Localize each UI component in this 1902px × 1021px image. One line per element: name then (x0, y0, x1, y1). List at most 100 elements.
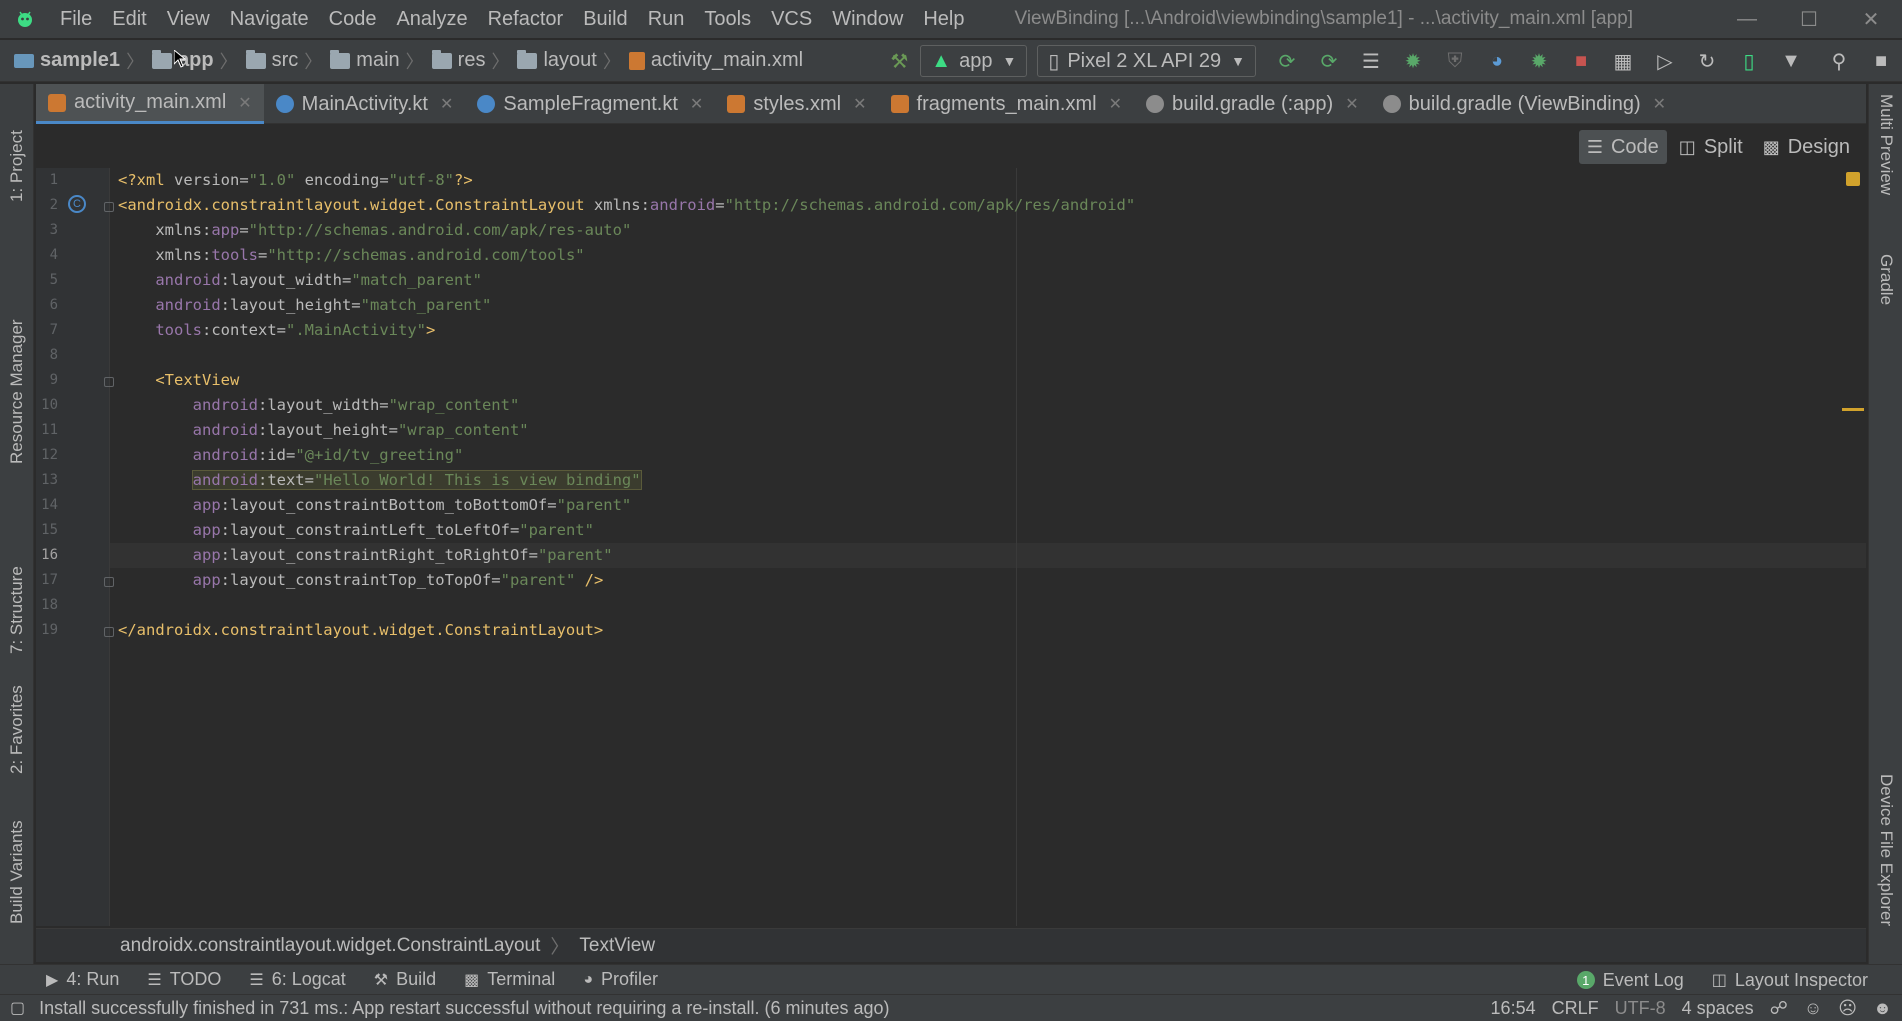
attach-debugger-icon[interactable]: ✹ (1518, 40, 1560, 82)
build-variants-tool-tab[interactable]: Build Variants (0, 804, 34, 924)
breadcrumb-separator: 〉 (304, 51, 323, 72)
fold-marker-icon[interactable] (104, 627, 114, 637)
tab-styles-xml[interactable]: styles.xml ✕ (715, 84, 878, 124)
split-mode-button[interactable]: ◫ Split (1671, 130, 1751, 164)
design-mode-button[interactable]: ▩ Design (1755, 130, 1858, 164)
coverage-icon[interactable]: ☰ (1350, 40, 1392, 82)
fold-marker-icon[interactable] (104, 202, 114, 212)
code-editor[interactable]: 1 2 3 4 5 6 7 8 9 10 11 12 13 14 15 16 1… (36, 168, 1866, 926)
caret-position[interactable]: 16:54 (1491, 998, 1536, 1019)
menu-analyze[interactable]: Analyze (386, 0, 477, 38)
tab-mainactivity-kt[interactable]: MainActivity.kt ✕ (264, 84, 466, 124)
hector-inspector-icon[interactable]: ☻ (1873, 998, 1892, 1019)
close-tab-icon[interactable]: ✕ (1653, 94, 1666, 114)
status-message[interactable]: Install successfully finished in 731 ms.… (39, 998, 889, 1019)
maximize-icon[interactable]: ☐ (1778, 0, 1840, 38)
layout-inspector-button[interactable]: ◫ Layout Inspector (1698, 970, 1882, 991)
close-tab-icon[interactable]: ✕ (853, 94, 866, 114)
menu-refactor[interactable]: Refactor (478, 0, 574, 38)
close-window-icon[interactable]: ✕ (1840, 0, 1902, 38)
multi-preview-tool-tab[interactable]: Multi Preview (1869, 94, 1902, 234)
class-gutter-icon[interactable]: C (68, 195, 86, 213)
tab-samplefragment-kt[interactable]: SampleFragment.kt ✕ (465, 84, 715, 124)
tab-build-gradle-app[interactable]: build.gradle (:app) ✕ (1134, 84, 1371, 124)
close-tab-icon[interactable]: ✕ (1109, 94, 1122, 114)
menu-edit[interactable]: Edit (102, 0, 156, 38)
run-tool-button[interactable]: ▶ 4: Run (0, 969, 133, 990)
run-anything-icon[interactable]: ▷ (1644, 40, 1686, 82)
coverage-run-icon[interactable]: ⛨ (1434, 40, 1476, 82)
menu-window[interactable]: Window (822, 0, 913, 38)
editor-tabs: activity_main.xml ✕ MainActivity.kt ✕ Sa… (36, 84, 1866, 124)
breadcrumb-src[interactable]: src (240, 49, 303, 72)
device-select[interactable]: ▯ Pixel 2 XL API 29 ▼ (1037, 45, 1256, 77)
build-hammer-icon[interactable]: ⚒ (878, 40, 920, 82)
fold-marker-icon[interactable] (104, 377, 114, 387)
profile-icon[interactable]: ◕ (1476, 40, 1518, 82)
build-tool-button[interactable]: ⚒ Build (360, 969, 450, 990)
menu-tools[interactable]: Tools (694, 0, 761, 38)
close-tab-icon[interactable]: ✕ (690, 94, 703, 114)
run-configuration-select[interactable]: ▲ app ▼ (920, 45, 1028, 77)
menu-code[interactable]: Code (319, 0, 387, 38)
close-tab-icon[interactable]: ✕ (1345, 94, 1358, 114)
todo-tool-button[interactable]: ☰ TODO (133, 969, 235, 990)
tab-build-gradle-viewbinding[interactable]: build.gradle (ViewBinding) ✕ (1371, 84, 1678, 124)
inspection-status-icon[interactable] (1846, 172, 1860, 186)
breadcrumb-main[interactable]: main (324, 49, 403, 72)
event-log-button[interactable]: 1 Event Log (1563, 970, 1698, 991)
device-file-explorer-tool-tab[interactable]: Device File Explorer (1869, 774, 1902, 954)
file-encoding[interactable]: UTF-8 (1615, 998, 1666, 1019)
breadcrumb-file[interactable]: activity_main.xml (623, 49, 807, 72)
avd-manager-icon[interactable]: ▯ (1728, 40, 1770, 82)
menu-vcs[interactable]: VCS (761, 0, 822, 38)
logcat-tool-button[interactable]: ☰ 6: Logcat (235, 969, 359, 990)
search-icon[interactable]: ⚲ (1818, 40, 1860, 82)
menu-run[interactable]: Run (638, 0, 695, 38)
close-tab-icon[interactable]: ✕ (440, 94, 453, 114)
menu-view[interactable]: View (157, 0, 220, 38)
right-tool-stripe: Multi Preview Gradle Device File Explore… (1868, 84, 1902, 964)
sad-face-icon[interactable]: ☹ (1838, 998, 1857, 1019)
code-mode-button[interactable]: ☰ Code (1578, 130, 1667, 164)
breadcrumb-res[interactable]: res (426, 49, 490, 72)
lock-icon[interactable]: ☍ (1770, 998, 1788, 1019)
project-structure-icon[interactable]: ▦ (1602, 40, 1644, 82)
code-line: app:layout_constraintBottom_toBottomOf="… (192, 496, 632, 514)
indent-setting[interactable]: 4 spaces (1682, 998, 1754, 1019)
stop-icon[interactable]: ■ (1560, 40, 1602, 82)
tab-fragments-main-xml[interactable]: fragments_main.xml ✕ (879, 84, 1134, 124)
breadcrumb-project[interactable]: sample1 (0, 49, 124, 72)
breadcrumb-layout[interactable]: layout (511, 49, 600, 72)
favorites-tool-tab[interactable]: 2: Favorites (0, 674, 34, 774)
line-number: 14 (41, 497, 58, 513)
gradle-tool-tab[interactable]: Gradle (1869, 254, 1902, 344)
menu-navigate[interactable]: Navigate (220, 0, 319, 38)
status-bar-toggle-icon[interactable]: ▢ (10, 998, 25, 1018)
menu-build[interactable]: Build (573, 0, 637, 38)
apply-code-changes-icon[interactable]: ⟳ (1308, 40, 1350, 82)
apply-changes-restart-icon[interactable]: ⟳ (1266, 40, 1308, 82)
resource-manager-tool-tab[interactable]: Resource Manager (0, 224, 34, 464)
project-tool-tab[interactable]: 1: Project (0, 92, 34, 202)
fold-marker-icon[interactable] (104, 577, 114, 587)
close-tab-icon[interactable]: ✕ (238, 93, 251, 113)
account-avatar-icon[interactable]: ■ (1860, 40, 1902, 82)
scrollbar-marker[interactable] (1842, 408, 1864, 411)
structure-tool-tab[interactable]: 7: Structure (0, 524, 34, 654)
sdk-manager-icon[interactable]: ▼ (1770, 40, 1812, 82)
menu-file[interactable]: File (50, 0, 102, 38)
line-number: 17 (41, 572, 58, 588)
breadcrumb-textview[interactable]: TextView (579, 935, 655, 957)
line-separator[interactable]: CRLF (1552, 998, 1599, 1019)
minimize-icon[interactable]: — (1716, 0, 1778, 38)
debug-icon[interactable]: ✹ (1392, 40, 1434, 82)
breadcrumb-constraintlayout[interactable]: androidx.constraintlayout.widget.Constra… (120, 935, 540, 957)
sync-gradle-icon[interactable]: ↻ (1686, 40, 1728, 82)
terminal-tool-button[interactable]: ▩ Terminal (450, 969, 569, 990)
profiler-tool-button[interactable]: ◕ Profiler (569, 969, 672, 990)
menu-help[interactable]: Help (913, 0, 974, 38)
tab-activity-main-xml[interactable]: activity_main.xml ✕ (36, 84, 264, 124)
happy-face-icon[interactable]: ☺ (1804, 998, 1822, 1019)
code-line: android:id="@+id/tv_greeting" (192, 446, 464, 464)
